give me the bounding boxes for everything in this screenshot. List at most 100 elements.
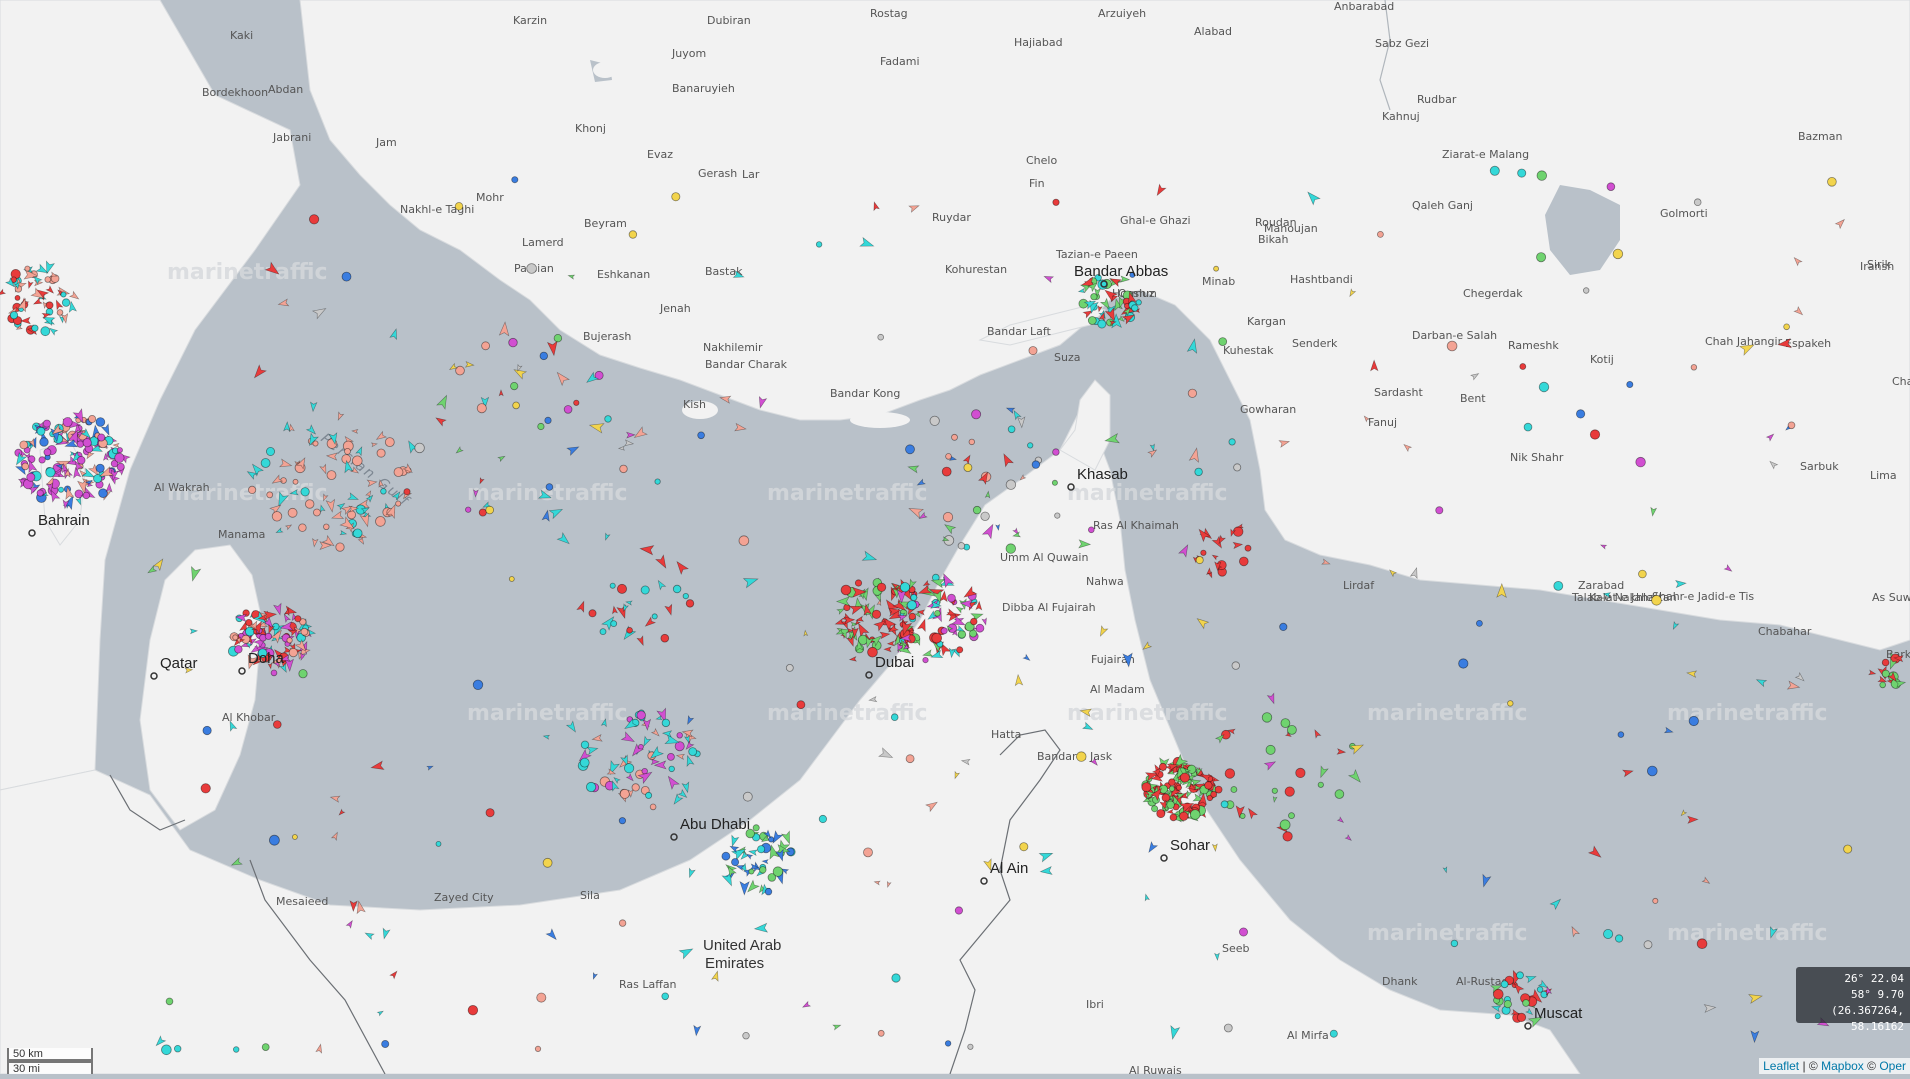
vessel-marker[interactable] (837, 597, 850, 606)
vessel-marker[interactable] (1796, 673, 1806, 683)
vessel-marker[interactable] (663, 730, 672, 737)
vessel-marker[interactable] (816, 242, 822, 248)
vessel-marker[interactable] (1589, 846, 1604, 860)
vessel-marker[interactable] (83, 492, 90, 499)
vessel-marker[interactable] (554, 334, 562, 342)
vessel-marker[interactable] (963, 454, 972, 464)
vessel-marker[interactable] (288, 508, 297, 517)
vessel-marker[interactable] (891, 714, 898, 721)
vessel-marker[interactable] (744, 574, 760, 587)
vessel-marker[interactable] (98, 434, 105, 441)
vessel-marker[interactable] (498, 454, 506, 461)
vessel-marker[interactable] (923, 657, 928, 662)
vessel-marker[interactable] (758, 846, 765, 853)
vessel-marker[interactable] (1345, 835, 1352, 842)
vessel-marker[interactable] (83, 439, 91, 447)
vessel-marker[interactable] (613, 776, 620, 783)
vessel-marker[interactable] (265, 633, 271, 639)
vessel-marker[interactable] (629, 231, 637, 239)
vessel-marker[interactable] (1691, 365, 1697, 371)
vessel-marker[interactable] (753, 825, 759, 831)
vessel-marker[interactable] (1287, 725, 1296, 734)
vessel-marker[interactable] (1224, 1024, 1232, 1032)
vessel-marker[interactable] (336, 412, 344, 421)
vessel-marker[interactable] (455, 203, 463, 211)
vessel-marker[interactable] (930, 416, 939, 425)
vessel-marker[interactable] (773, 867, 783, 877)
vessel-marker[interactable] (20, 441, 28, 449)
vessel-marker[interactable] (309, 215, 318, 224)
vessel-marker[interactable] (1215, 786, 1222, 793)
vessel-marker[interactable] (892, 974, 900, 982)
vessel-marker[interactable] (10, 312, 17, 319)
vessel-marker[interactable] (1281, 719, 1290, 728)
vessel-marker[interactable] (537, 993, 546, 1002)
vessel-marker[interactable] (1221, 801, 1228, 808)
vessel-marker[interactable] (685, 716, 693, 726)
vessel-marker[interactable] (338, 809, 345, 816)
vessel-marker[interactable] (672, 193, 680, 201)
vessel-marker[interactable] (1169, 779, 1176, 786)
vessel-marker[interactable] (1029, 347, 1037, 355)
vessel-marker[interactable] (958, 543, 965, 550)
vessel-marker[interactable] (436, 841, 441, 846)
osm-link[interactable]: Oper (1879, 1059, 1906, 1073)
vessel-marker[interactable] (592, 735, 602, 743)
vessel-marker[interactable] (289, 648, 297, 656)
vessel-marker[interactable] (32, 325, 38, 331)
vessel-marker[interactable] (1652, 595, 1662, 605)
vessel-marker[interactable] (1618, 732, 1624, 738)
vessel-marker[interactable] (1697, 939, 1707, 949)
vessel-marker[interactable] (1265, 759, 1278, 770)
vessel-marker[interactable] (969, 439, 975, 445)
vessel-marker[interactable] (589, 421, 604, 433)
vessel-marker[interactable] (877, 583, 885, 591)
vessel-marker[interactable] (1312, 729, 1320, 738)
vessel-marker[interactable] (46, 468, 55, 477)
vessel-marker[interactable] (1680, 810, 1687, 817)
vessel-marker[interactable] (739, 536, 749, 546)
vessel-marker[interactable] (466, 507, 471, 512)
vessel-marker[interactable] (627, 432, 635, 438)
vessel-marker[interactable] (676, 753, 684, 759)
vessel-marker[interactable] (377, 449, 385, 457)
vessel-marker[interactable] (545, 417, 551, 423)
vessel-marker[interactable] (952, 434, 958, 440)
vessel-marker[interactable] (1508, 701, 1514, 707)
vessel-marker[interactable] (722, 852, 730, 860)
vessel-marker[interactable] (1296, 768, 1305, 777)
vessel-marker[interactable] (1349, 770, 1364, 785)
vessel-marker[interactable] (1550, 897, 1563, 910)
vessel-marker[interactable] (621, 732, 636, 745)
vessel-marker[interactable] (305, 500, 314, 509)
vessel-marker[interactable] (625, 440, 634, 447)
vessel-marker[interactable] (538, 423, 544, 429)
vessel-marker[interactable] (293, 479, 298, 484)
vessel-marker[interactable] (512, 177, 518, 183)
vessel-marker[interactable] (96, 464, 104, 472)
vessel-marker[interactable] (769, 837, 774, 842)
vessel-marker[interactable] (637, 636, 646, 646)
vessel-marker[interactable] (1318, 782, 1323, 787)
vessel-marker[interactable] (743, 792, 752, 801)
vessel-marker[interactable] (1689, 716, 1698, 725)
vessel-marker[interactable] (942, 467, 951, 476)
vessel-marker[interactable] (1219, 338, 1227, 346)
vessel-marker[interactable] (656, 579, 666, 590)
vessel-marker[interactable] (877, 599, 882, 605)
vessel-marker[interactable] (611, 621, 617, 627)
vessel-marker[interactable] (1006, 544, 1016, 554)
vessel-marker[interactable] (543, 858, 552, 867)
leaflet-link[interactable]: Leaflet (1763, 1059, 1799, 1073)
vessel-marker[interactable] (63, 418, 72, 427)
vessel-marker[interactable] (527, 264, 537, 274)
vessel-marker[interactable] (1280, 623, 1287, 630)
vessel-marker[interactable] (44, 449, 51, 456)
vessel-marker[interactable] (1008, 426, 1015, 433)
vessel-marker[interactable] (1377, 231, 1383, 237)
vessel-marker[interactable] (1882, 659, 1889, 666)
vessel-marker[interactable] (686, 600, 694, 608)
vessel-marker[interactable] (1495, 1014, 1500, 1019)
vessel-marker[interactable] (1751, 1031, 1759, 1042)
vessel-marker[interactable] (1443, 867, 1448, 873)
